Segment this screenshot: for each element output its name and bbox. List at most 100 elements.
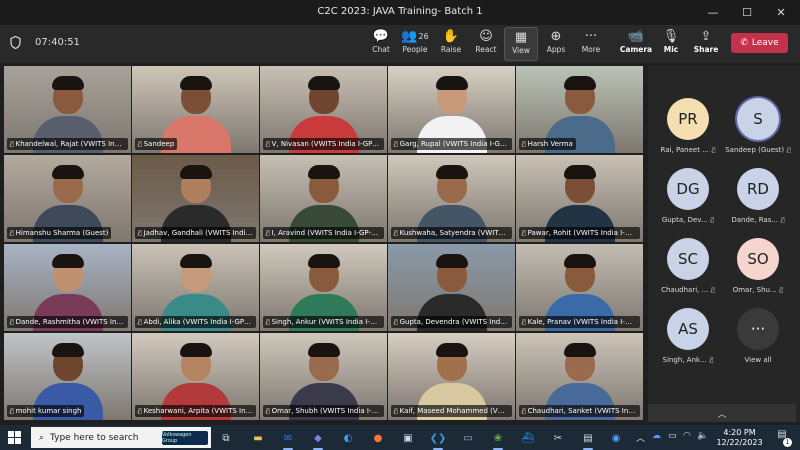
maximize-button[interactable]: ☐ [730, 0, 764, 25]
mic-off-icon: 🎙̸ [781, 217, 785, 224]
participant-avatar[interactable]: PR Rai, Paneet ... 🎙̸ [654, 96, 722, 162]
eclipse-icon[interactable]: ◉ [606, 428, 626, 448]
view-button[interactable]: ▦ View [504, 27, 538, 61]
avatar-name-text: Gupta, Dev... [661, 216, 708, 224]
mic-off-icon: 🎙̸ [266, 319, 270, 326]
video-tile[interactable]: 🎙̸Jadhav, Gandhali (VWITS India I-G... [132, 155, 259, 242]
video-tile[interactable]: 🎙̸ Garg, Rupal (VWITS India I-GP-L... [388, 66, 515, 153]
video-tile[interactable]: 🎙̸ Khandelwal, Rajat (VWITS India I-... [4, 66, 131, 153]
app-window-icon[interactable]: ▣ [398, 428, 418, 448]
apps-icon: ⊕ [550, 28, 562, 44]
participant-name-label: 🎙̸ Chaudhari, Sanket (VWITS India I-... [519, 405, 640, 417]
share-icon: ⇪ [700, 28, 712, 44]
avatar-initials: DG [667, 168, 709, 210]
participant-name: Garg, Rupal (VWITS India I-GP-L... [399, 140, 512, 148]
participant-name-label: 🎙̸Kesharwani, Arpita (VWITS India I-... [135, 405, 256, 417]
battery-icon[interactable]: ▭ [668, 431, 677, 441]
participant-hair [51, 76, 84, 90]
more-button[interactable]: ··· More [574, 27, 608, 61]
task-view-icon[interactable]: ⧉ [216, 428, 236, 448]
file-explorer-icon[interactable]: ▬ [248, 428, 268, 448]
participant-avatar[interactable]: AS Singh, Ank... 🎙̸ [654, 306, 722, 372]
participant-name-label: 🎙̸ Khandelwal, Rajat (VWITS India I-... [7, 138, 128, 150]
terminal-icon[interactable]: ▤ [578, 428, 598, 450]
volume-icon[interactable]: 🔈 [697, 431, 708, 441]
edge-icon[interactable]: ◐ [338, 428, 358, 448]
camera-button[interactable]: 📹 Camera [619, 27, 653, 61]
tray-overflow-chevron-icon[interactable]: ︿ [636, 431, 645, 444]
initials-text: AS [678, 320, 698, 338]
taskbar-search[interactable]: ⌕ Type here to search Volkswagen Group [31, 427, 211, 448]
video-tile[interactable]: 🎙̸ Pawar, Rohit (VWITS India I-GP-... [516, 155, 643, 242]
participant-avatar[interactable]: DG Gupta, Dev... 🎙̸ [654, 166, 722, 232]
wifi-icon[interactable]: ◠ [683, 431, 691, 441]
mic-button[interactable]: 🎙 Mic [654, 27, 688, 61]
mic-off-icon: 🎙̸ [394, 230, 398, 237]
close-button[interactable]: ✕ [764, 0, 798, 25]
windows-start-icon[interactable] [8, 431, 21, 444]
video-tile[interactable]: 🎙̸Dande, Rashmitha (VWITS India I-... [4, 244, 131, 331]
meeting-timer: 07:40:51 [35, 37, 80, 48]
participant-name: I, Aravind (VWITS India I-GP-L/1) [271, 229, 384, 237]
spring-tool-icon[interactable]: ❀ [488, 428, 508, 450]
participant-name: Kesharwani, Arpita (VWITS India I-... [143, 407, 256, 415]
collapse-strip-button[interactable]: ︿ [648, 404, 796, 422]
people-button[interactable]: 👥 26 People [398, 27, 432, 61]
video-tile[interactable]: 🎙̸ Kaif, Maseed Mohammed (VWIT... [388, 333, 515, 420]
avatar-name-text: Singh, Ank... [662, 356, 707, 364]
video-tile[interactable]: 🎙̸ Kale, Pranav (VWITS India I-GP-L... [516, 244, 643, 331]
chat-button[interactable]: 💬 Chat [364, 27, 398, 61]
mic-off-icon: 🎙̸ [522, 408, 526, 415]
chat-icon: 💬 [372, 28, 390, 44]
raise-hand-button[interactable]: ✋ Raise [434, 27, 468, 61]
apps-button[interactable]: ⊕ Apps [539, 27, 573, 61]
video-tile[interactable]: 🎙̸ V, Nivasan (VWITS India I-GP-L/1) [260, 66, 387, 153]
video-tile[interactable]: 🎙̸ Himanshu Sharma (Guest) [4, 155, 131, 242]
participant-avatar[interactable]: S Sandeep (Guest) 🎙̸ [724, 96, 792, 162]
participant-strip: PR Rai, Paneet ... 🎙̸ S Sandeep (Guest) 🎙̸ DG G… [648, 66, 800, 422]
video-tile[interactable]: 🎙̸ Abdi, Alika (VWITS India I-GP-L/1) [132, 244, 259, 331]
clock-time: 4:20 PM [723, 428, 756, 437]
minimize-button[interactable]: — [696, 0, 730, 25]
view-all-button[interactable]: ··· View all [724, 306, 792, 372]
mic-off-icon: 🎙̸ [10, 230, 14, 237]
search-icon: ⌕ [39, 432, 45, 443]
leave-button[interactable]: ✆ Leave [731, 33, 788, 53]
taskbar-clock[interactable]: 4:20 PM 12/22/2023 [712, 428, 767, 448]
video-tile[interactable]: 🎙̸ Omar, Shubh (VWITS India I-GP-L... [260, 333, 387, 420]
react-button[interactable]: ☺ React [469, 27, 503, 61]
participant-name-label: 🎙̸ Omar, Shubh (VWITS India I-GP-L... [263, 405, 384, 417]
participant-hair [307, 76, 340, 90]
participant-hair [179, 254, 212, 268]
outlook-icon[interactable]: ✉ [278, 428, 298, 450]
app-generic-icon[interactable]: ▭ [458, 428, 478, 448]
video-tile[interactable]: 🎙̸ Sandeep [132, 66, 259, 153]
mic-off-icon: 🎙̸ [787, 147, 791, 154]
participant-avatar[interactable]: RD Dande, Ras... 🎙̸ [724, 166, 792, 232]
video-tile[interactable]: 🎙̸ Singh, Ankur (VWITS India I-GP-L... [260, 244, 387, 331]
video-tile[interactable]: 🎙̸ Chaudhari, Sanket (VWITS India I-... [516, 333, 643, 420]
firefox-icon[interactable]: ● [368, 428, 388, 448]
video-tile[interactable]: 🎙̸ Kushwaha, Satyendra (VWITS In... [388, 155, 515, 242]
avatar-initials: RD [737, 168, 779, 210]
notification-icon[interactable]: ▤ 1 [774, 429, 792, 447]
participant-avatar[interactable]: SO Omar, Shu... 🎙̸ [724, 236, 792, 302]
avatar-name: Chaudhari, ... 🎙̸ [654, 286, 722, 294]
video-tile[interactable]: 🎙̸ mohit kumar singh [4, 333, 131, 420]
initials-text: SC [678, 250, 698, 268]
video-tile[interactable]: 🎙̸ Harsh Verma [516, 66, 643, 153]
video-tile[interactable]: 🎙̸ Gupta, Devendra (VWITS India I-... [388, 244, 515, 331]
onedrive-icon[interactable]: ☁ [652, 431, 661, 441]
snipping-tool-icon[interactable]: ✂ [548, 428, 568, 448]
docker-icon[interactable]: ⛴ [518, 428, 538, 448]
phone-hangup-icon: ✆ [740, 38, 748, 48]
participant-name: Khandelwal, Rajat (VWITS India I-... [15, 140, 128, 148]
participant-avatar[interactable]: SC Chaudhari, ... 🎙̸ [654, 236, 722, 302]
participant-hair [179, 165, 212, 179]
share-button[interactable]: ⇪ Share [689, 27, 723, 61]
video-tile[interactable]: 🎙̸Kesharwani, Arpita (VWITS India I-... [132, 333, 259, 420]
video-tile[interactable]: 🎙̸ I, Aravind (VWITS India I-GP-L/1) [260, 155, 387, 242]
avatar-name: Gupta, Dev... 🎙̸ [654, 216, 722, 224]
teams-icon[interactable]: ◆ [308, 428, 328, 450]
vscode-icon[interactable]: ❮❯ [428, 428, 448, 450]
